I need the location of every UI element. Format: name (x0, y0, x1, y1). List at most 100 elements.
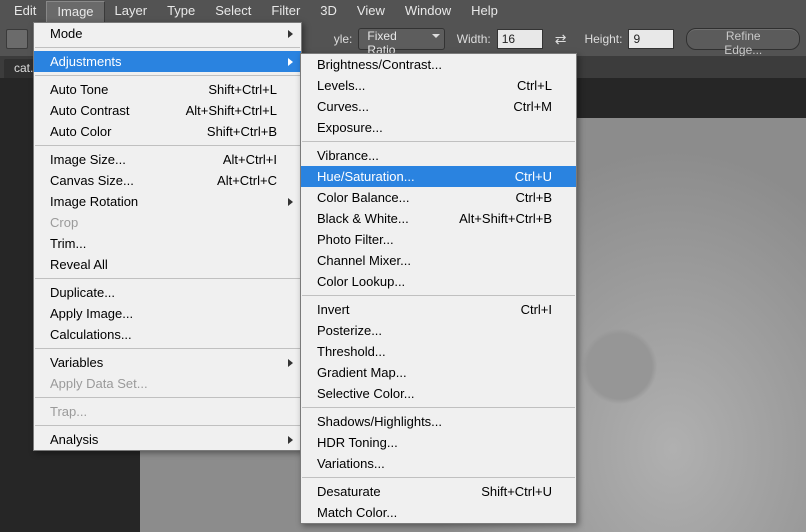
menuitem-apply-image[interactable]: Apply Image... (34, 303, 301, 324)
menuitem-label: Reveal All (50, 257, 277, 272)
menuitem-photo-filter[interactable]: Photo Filter... (301, 229, 576, 250)
menu-image[interactable]: Image (46, 1, 104, 22)
menuitem-threshold[interactable]: Threshold... (301, 341, 576, 362)
menuitem-label: Exposure... (317, 120, 552, 135)
separator (35, 278, 300, 279)
menuitem-variables[interactable]: Variables (34, 352, 301, 373)
menuitem-apply-data-set: Apply Data Set... (34, 373, 301, 394)
menu-view[interactable]: View (347, 1, 395, 21)
menuitem-black-white[interactable]: Black & White... Alt+Shift+Ctrl+B (301, 208, 576, 229)
menuitem-reveal-all[interactable]: Reveal All (34, 254, 301, 275)
menuitem-label: Auto Tone (50, 82, 168, 97)
menuitem-image-size[interactable]: Image Size... Alt+Ctrl+I (34, 149, 301, 170)
separator (35, 75, 300, 76)
menu-window[interactable]: Window (395, 1, 461, 21)
menuitem-label: Threshold... (317, 344, 552, 359)
menuitem-variations[interactable]: Variations... (301, 453, 576, 474)
menu-type[interactable]: Type (157, 1, 205, 21)
menuitem-gradient-map[interactable]: Gradient Map... (301, 362, 576, 383)
menuitem-label: Color Balance... (317, 190, 476, 205)
submenu-arrow-icon (288, 359, 293, 367)
menuitem-color-lookup[interactable]: Color Lookup... (301, 271, 576, 292)
width-label: Width: (457, 32, 491, 46)
menuitem-label: Levels... (317, 78, 477, 93)
separator (35, 425, 300, 426)
menuitem-label: Color Lookup... (317, 274, 552, 289)
menuitem-crop: Crop (34, 212, 301, 233)
menuitem-hue-saturation[interactable]: Hue/Saturation... Ctrl+U (301, 166, 576, 187)
menuitem-auto-color[interactable]: Auto Color Shift+Ctrl+B (34, 121, 301, 142)
menuitem-shortcut: Alt+Ctrl+C (217, 173, 277, 188)
menuitem-duplicate[interactable]: Duplicate... (34, 282, 301, 303)
menuitem-match-color[interactable]: Match Color... (301, 502, 576, 523)
menuitem-trim[interactable]: Trim... (34, 233, 301, 254)
menuitem-hdr-toning[interactable]: HDR Toning... (301, 432, 576, 453)
style-label: yle: (334, 32, 353, 46)
menuitem-label: Analysis (50, 432, 277, 447)
tool-preset-icon[interactable] (6, 29, 28, 49)
menuitem-shortcut: Ctrl+M (513, 99, 552, 114)
separator (35, 145, 300, 146)
width-input[interactable] (497, 29, 543, 49)
refine-edge-button[interactable]: Refine Edge... (686, 28, 800, 50)
menu-select[interactable]: Select (205, 1, 261, 21)
menuitem-invert[interactable]: Invert Ctrl+I (301, 299, 576, 320)
submenu-arrow-icon (288, 436, 293, 444)
submenu-arrow-icon (288, 198, 293, 206)
menuitem-auto-contrast[interactable]: Auto Contrast Alt+Shift+Ctrl+L (34, 100, 301, 121)
menuitem-label: Auto Contrast (50, 103, 146, 118)
separator (302, 477, 575, 478)
menuitem-shadows-highlights[interactable]: Shadows/Highlights... (301, 411, 576, 432)
menu-layer[interactable]: Layer (105, 1, 158, 21)
separator (35, 397, 300, 398)
menuitem-shortcut: Ctrl+I (521, 302, 552, 317)
menuitem-label: Brightness/Contrast... (317, 57, 552, 72)
menuitem-shortcut: Ctrl+L (517, 78, 552, 93)
menuitem-trap: Trap... (34, 401, 301, 422)
menuitem-label: Photo Filter... (317, 232, 552, 247)
menuitem-label: Channel Mixer... (317, 253, 552, 268)
menuitem-shortcut: Alt+Shift+Ctrl+L (186, 103, 277, 118)
menuitem-levels[interactable]: Levels... Ctrl+L (301, 75, 576, 96)
menu-edit[interactable]: Edit (4, 1, 46, 21)
menuitem-channel-mixer[interactable]: Channel Mixer... (301, 250, 576, 271)
menuitem-color-balance[interactable]: Color Balance... Ctrl+B (301, 187, 576, 208)
menuitem-label: Calculations... (50, 327, 277, 342)
menu-3d[interactable]: 3D (310, 1, 347, 21)
separator (35, 47, 300, 48)
menuitem-analysis[interactable]: Analysis (34, 429, 301, 450)
menuitem-calculations[interactable]: Calculations... (34, 324, 301, 345)
menuitem-label: Match Color... (317, 505, 552, 520)
menuitem-label: Trim... (50, 236, 277, 251)
menuitem-shortcut: Alt+Shift+Ctrl+B (459, 211, 552, 226)
adjustments-submenu: Brightness/Contrast... Levels... Ctrl+L … (300, 53, 577, 524)
menuitem-exposure[interactable]: Exposure... (301, 117, 576, 138)
style-select[interactable]: Fixed Ratio (358, 28, 444, 50)
menuitem-auto-tone[interactable]: Auto Tone Shift+Ctrl+L (34, 79, 301, 100)
menuitem-shortcut: Ctrl+B (516, 190, 552, 205)
menuitem-curves[interactable]: Curves... Ctrl+M (301, 96, 576, 117)
menuitem-label: Duplicate... (50, 285, 277, 300)
height-input[interactable] (628, 29, 674, 49)
menuitem-adjustments[interactable]: Adjustments (34, 51, 301, 72)
menuitem-label: Canvas Size... (50, 173, 177, 188)
menuitem-selective-color[interactable]: Selective Color... (301, 383, 576, 404)
menuitem-label: Posterize... (317, 323, 552, 338)
menuitem-posterize[interactable]: Posterize... (301, 320, 576, 341)
swap-dimensions-icon[interactable]: ⇄ (549, 31, 573, 48)
menuitem-shortcut: Shift+Ctrl+B (207, 124, 277, 139)
menu-help[interactable]: Help (461, 1, 508, 21)
menu-filter[interactable]: Filter (261, 1, 310, 21)
menuitem-brightness-contrast[interactable]: Brightness/Contrast... (301, 54, 576, 75)
menuitem-label: Desaturate (317, 484, 441, 499)
submenu-arrow-icon (288, 30, 293, 38)
menuitem-desaturate[interactable]: Desaturate Shift+Ctrl+U (301, 481, 576, 502)
menuitem-vibrance[interactable]: Vibrance... (301, 145, 576, 166)
menuitem-shortcut: Alt+Ctrl+I (223, 152, 277, 167)
separator (302, 407, 575, 408)
menuitem-image-rotation[interactable]: Image Rotation (34, 191, 301, 212)
image-dropdown: Mode Adjustments Auto Tone Shift+Ctrl+L … (33, 22, 302, 451)
separator (302, 141, 575, 142)
menuitem-mode[interactable]: Mode (34, 23, 301, 44)
menuitem-canvas-size[interactable]: Canvas Size... Alt+Ctrl+C (34, 170, 301, 191)
